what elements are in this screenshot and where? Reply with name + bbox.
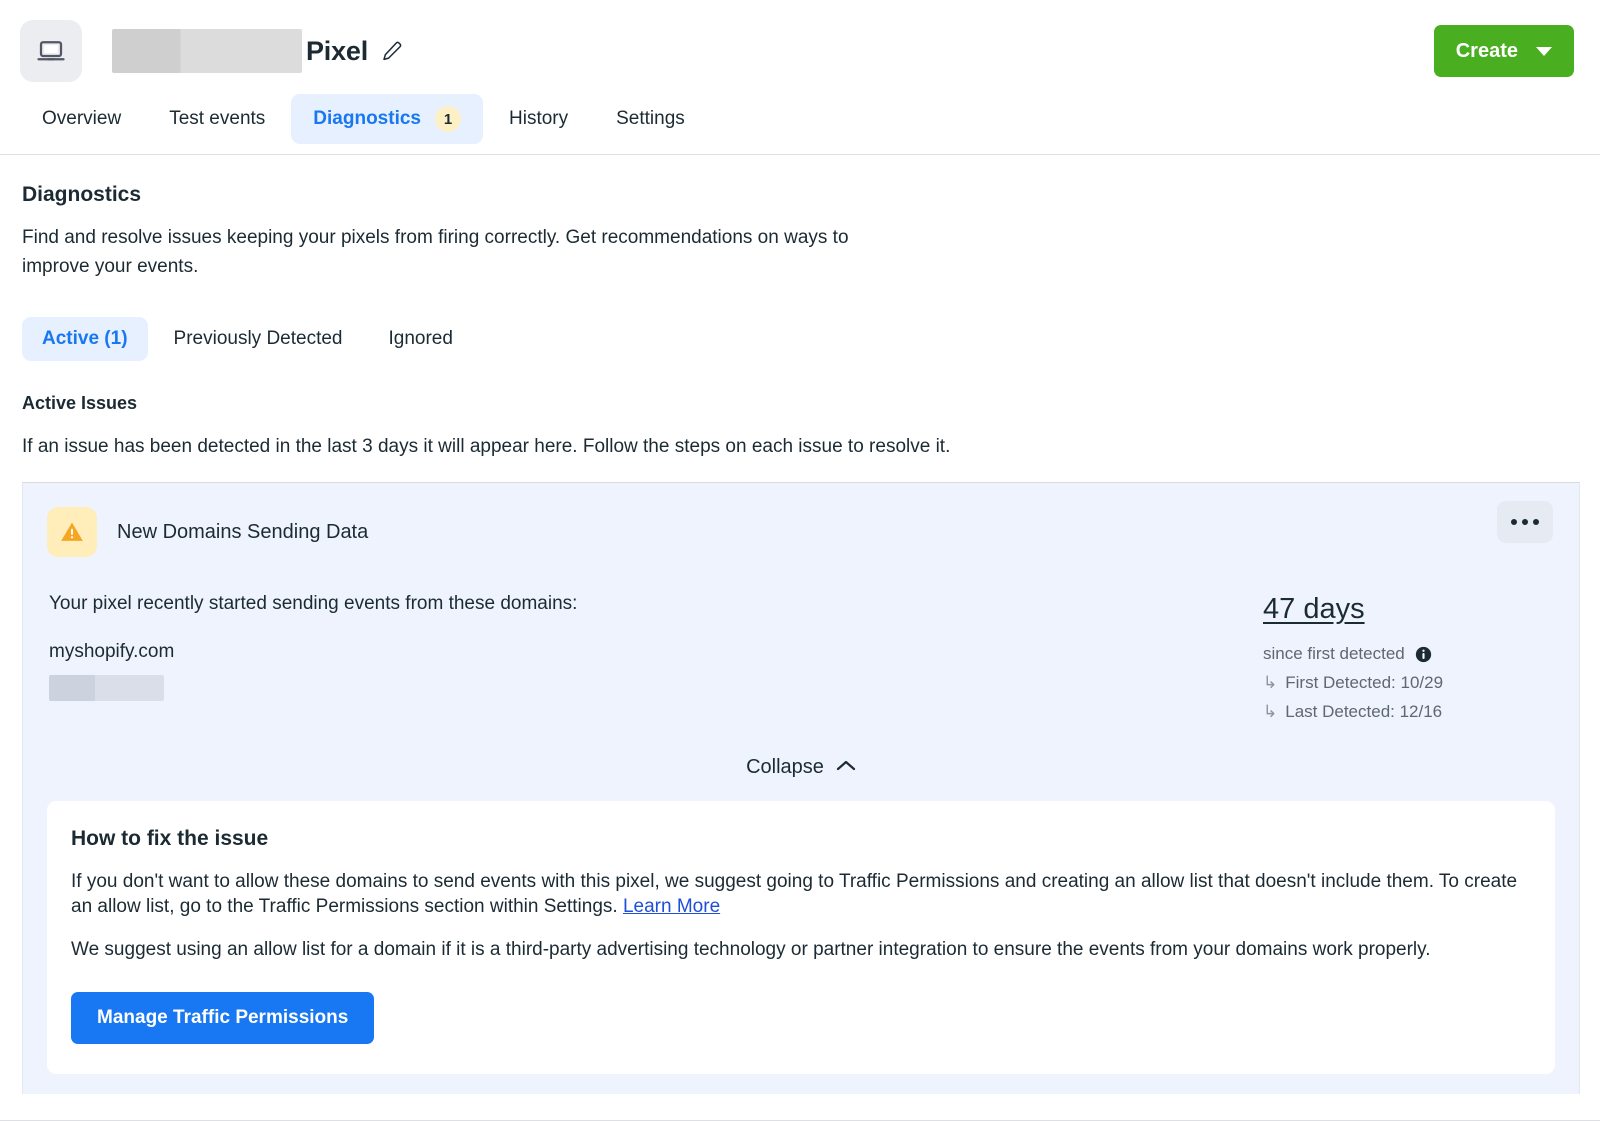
first-detected-label: First Detected: 10/29 bbox=[1285, 673, 1443, 693]
issue-body: Your pixel recently started sending even… bbox=[23, 557, 1579, 722]
how-to-fix-title: How to fix the issue bbox=[71, 827, 1531, 851]
dot-3 bbox=[1533, 519, 1539, 525]
tab-history[interactable]: History bbox=[487, 96, 590, 142]
since-first-detected-label: since first detected bbox=[1263, 644, 1405, 664]
create-button-label: Create bbox=[1456, 40, 1518, 63]
asset-name-redacted bbox=[112, 29, 302, 73]
collapse-toggle[interactable]: Collapse bbox=[23, 756, 1579, 779]
manage-traffic-permissions-button[interactable]: Manage Traffic Permissions bbox=[71, 992, 374, 1044]
last-detected-label: Last Detected: 12/16 bbox=[1285, 702, 1442, 722]
overflow-menu-icon[interactable] bbox=[1497, 501, 1553, 543]
arrow-corner-icon: ↳ bbox=[1263, 673, 1277, 693]
active-issues-description: If an issue has been detected in the las… bbox=[22, 436, 1580, 458]
tab-overview-label: Overview bbox=[42, 108, 121, 130]
domains-label: Your pixel recently started sending even… bbox=[49, 593, 1253, 615]
issue-header: New Domains Sending Data bbox=[23, 483, 1579, 557]
tab-diagnostics-badge: 1 bbox=[435, 106, 461, 132]
subtab-active[interactable]: Active (1) bbox=[22, 317, 148, 361]
learn-more-link[interactable]: Learn More bbox=[623, 896, 720, 917]
since-first-detected-row: since first detected bbox=[1263, 644, 1553, 664]
dot-2 bbox=[1522, 519, 1528, 525]
arrow-corner-icon: ↳ bbox=[1263, 702, 1277, 722]
tab-test-events[interactable]: Test events bbox=[147, 96, 287, 142]
header-top-row: Pixel Create bbox=[0, 0, 1600, 84]
domain-item: myshopify.com bbox=[49, 641, 1253, 663]
subtab-ignored[interactable]: Ignored bbox=[369, 317, 473, 361]
chevron-down-icon bbox=[1536, 47, 1552, 56]
subtab-previously-detected-label: Previously Detected bbox=[174, 328, 343, 349]
tab-diagnostics[interactable]: Diagnostics 1 bbox=[291, 94, 483, 144]
diagnostics-description: Find and resolve issues keeping your pix… bbox=[22, 223, 882, 281]
active-issues-heading: Active Issues bbox=[22, 393, 1580, 414]
tab-history-label: History bbox=[509, 108, 568, 130]
primary-tabs: Overview Test events Diagnostics 1 Histo… bbox=[0, 94, 1600, 144]
warning-triangle-icon bbox=[47, 507, 97, 557]
tab-settings-label: Settings bbox=[616, 108, 685, 130]
domain-redacted bbox=[49, 675, 164, 701]
subtab-active-label: Active (1) bbox=[42, 328, 128, 349]
tab-overview[interactable]: Overview bbox=[20, 96, 143, 142]
diagnostics-heading: Diagnostics bbox=[22, 183, 1580, 207]
laptop-icon bbox=[20, 20, 82, 82]
tab-settings[interactable]: Settings bbox=[594, 96, 707, 142]
tab-diagnostics-label: Diagnostics bbox=[313, 108, 421, 130]
days-since-detected-value: 47 days bbox=[1263, 593, 1553, 626]
create-button[interactable]: Create bbox=[1434, 25, 1574, 77]
page-root: Pixel Create Overview Test events Diagno… bbox=[0, 0, 1600, 1121]
app-header: Pixel Create Overview Test events Diagno… bbox=[0, 0, 1600, 155]
info-icon[interactable] bbox=[1415, 646, 1432, 663]
tab-test-events-label: Test events bbox=[169, 108, 265, 130]
issue-title: New Domains Sending Data bbox=[117, 521, 368, 544]
diagnostics-subtabs: Active (1) Previously Detected Ignored bbox=[22, 317, 1580, 361]
chevron-up-icon bbox=[836, 759, 856, 777]
issue-detection-stats: 47 days since first detected ↳ bbox=[1253, 593, 1553, 722]
how-to-fix-paragraph-2: We suggest using an allow list for a dom… bbox=[71, 937, 1531, 962]
issue-card: New Domains Sending Data Your pixel rece… bbox=[22, 482, 1580, 1094]
last-detected-row: ↳ Last Detected: 12/16 bbox=[1263, 702, 1553, 722]
how-to-fix-card: How to fix the issue If you don't want t… bbox=[47, 801, 1555, 1074]
dot-1 bbox=[1511, 519, 1517, 525]
how-to-fix-paragraph-1: If you don't want to allow these domains… bbox=[71, 869, 1531, 919]
subtab-ignored-label: Ignored bbox=[389, 328, 453, 349]
main-content: Diagnostics Find and resolve issues keep… bbox=[0, 155, 1600, 1094]
pencil-icon[interactable] bbox=[380, 39, 404, 63]
page-title: Pixel bbox=[306, 36, 368, 67]
subtab-previously-detected[interactable]: Previously Detected bbox=[154, 317, 363, 361]
collapse-label: Collapse bbox=[746, 756, 824, 779]
issue-domains-section: Your pixel recently started sending even… bbox=[49, 593, 1253, 722]
first-detected-row: ↳ First Detected: 10/29 bbox=[1263, 673, 1553, 693]
how-to-fix-paragraph-1-text: If you don't want to allow these domains… bbox=[71, 871, 1517, 917]
